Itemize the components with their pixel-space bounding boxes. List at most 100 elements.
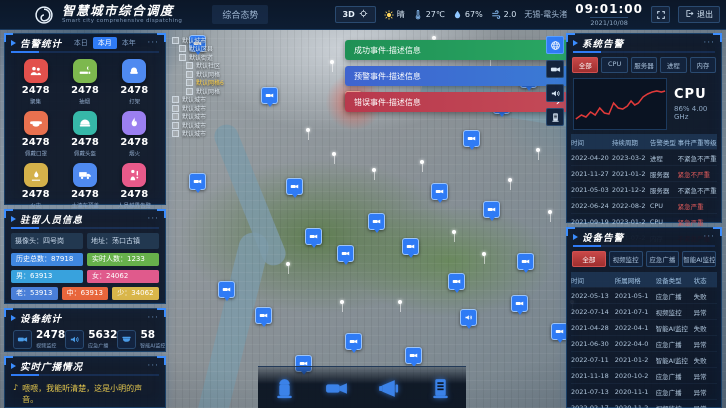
map-marker-camera[interactable]: [483, 201, 500, 218]
map-tool-strip: [546, 36, 564, 126]
alarm-card-烟火[interactable]: 2478烟火: [110, 111, 159, 158]
map-marker-camera[interactable]: [345, 333, 362, 350]
checkbox-icon[interactable]: [172, 105, 179, 112]
table-cell: 服务器: [650, 185, 678, 195]
map-marker-camera[interactable]: [189, 173, 206, 190]
dock-hydrant-icon[interactable]: [272, 376, 297, 401]
layer-tree-item[interactable]: 默认网格: [172, 87, 244, 96]
dock-megaphone-icon[interactable]: [376, 376, 401, 401]
layer-tree-item[interactable]: 默认城市: [172, 104, 244, 113]
table-row[interactable]: 2022-07-112021-01-2智能AI监控失败: [571, 351, 717, 367]
alarm-card-人员越界告警[interactable]: 2478人员越界告警: [110, 163, 159, 210]
layer-tree-item[interactable]: 默认城市: [172, 96, 244, 105]
map-tool-kiosk-icon[interactable]: [546, 108, 564, 126]
layer-tree-item[interactable]: 默认网格6: [172, 79, 244, 88]
layer-tree-item[interactable]: 默认城市: [172, 113, 244, 122]
alarm-tab-本年[interactable]: 本年: [122, 38, 136, 48]
device-alarm-tab-全部[interactable]: 全部: [572, 251, 606, 267]
checkbox-icon[interactable]: [172, 96, 179, 103]
layer-tree-item[interactable]: 默认城市: [172, 36, 244, 45]
alarm-card-抽烟[interactable]: 2478抽烟: [60, 59, 109, 106]
map-marker-camera[interactable]: [463, 130, 480, 147]
checkbox-icon[interactable]: [172, 122, 179, 129]
table-row[interactable]: 2021-05-032021-12-2服务器不紧急不严重: [571, 181, 717, 197]
checkbox-icon[interactable]: [172, 37, 179, 44]
layer-tree-item[interactable]: 默认城市: [172, 130, 244, 139]
checkbox-icon[interactable]: [172, 130, 179, 137]
system-alarm-tab-内存[interactable]: 内存: [690, 57, 716, 73]
layer-tree-item[interactable]: 默认社区: [172, 62, 244, 71]
alarm-card-土渣车顶盖[interactable]: 2478土渣车顶盖: [60, 163, 109, 210]
alarm-card-打架[interactable]: 2478打架: [110, 59, 159, 106]
map-marker-camera[interactable]: [431, 183, 448, 200]
table-row[interactable]: 2022-04-202023-03-2进程不紧急不严重: [571, 149, 717, 165]
more-icon[interactable]: ···: [147, 313, 159, 323]
dock-cctv-icon[interactable]: [324, 376, 349, 401]
checkbox-icon[interactable]: [179, 54, 186, 61]
fire-icon: [24, 163, 48, 187]
alarm-card-佩戴头盔[interactable]: 2478佩戴头盔: [60, 111, 109, 158]
map-marker-camera[interactable]: [261, 87, 278, 104]
map-tool-speaker-icon[interactable]: [546, 84, 564, 102]
system-alarm-tab-服务器[interactable]: 服务器: [631, 57, 657, 73]
more-icon[interactable]: ···: [147, 214, 159, 224]
map-marker-camera[interactable]: [448, 273, 465, 290]
exit-button[interactable]: 退出: [678, 6, 720, 23]
toast-warning[interactable]: 预警事件-描述信息›: [345, 66, 569, 86]
map-marker-speaker[interactable]: [460, 309, 477, 326]
device-alarm-tab-智能AI监控[interactable]: 智能AI监控: [682, 251, 716, 267]
system-alarm-tab-全部[interactable]: 全部: [572, 57, 598, 73]
checkbox-icon[interactable]: [186, 71, 193, 78]
table-row[interactable]: 2021-04-282022-04-1智能AI监控失败: [571, 319, 717, 335]
checkbox-icon[interactable]: [186, 88, 193, 95]
dock-kiosk-icon[interactable]: [428, 376, 453, 401]
tab-overall-situation[interactable]: 综合态势: [212, 5, 268, 24]
more-icon[interactable]: ···: [147, 361, 159, 371]
checkbox-icon[interactable]: [186, 79, 193, 86]
layer-tree-item[interactable]: 默认城市: [172, 121, 244, 130]
map-marker-camera[interactable]: [255, 307, 272, 324]
table-row[interactable]: 2022-05-132021-05-1应急广播失败: [571, 287, 717, 303]
device-alarm-tab-视频监控[interactable]: 视频监控: [609, 251, 643, 267]
system-alarm-tab-进程[interactable]: 进程: [660, 57, 686, 73]
map-tool-cctv-icon[interactable]: [546, 60, 564, 78]
checkbox-icon[interactable]: [172, 113, 179, 120]
table-row[interactable]: 2021-07-132020-11-1应急广播异常: [571, 383, 717, 399]
map-marker-camera[interactable]: [402, 238, 419, 255]
table-row[interactable]: 2022-07-142021-07-1视频监控异常: [571, 303, 717, 319]
map-marker-camera[interactable]: [517, 253, 534, 270]
alarm-tab-本日[interactable]: 本日: [74, 38, 88, 48]
table-row[interactable]: 2021-11-272021-01-2服务器紧急不严重: [571, 165, 717, 181]
device-alarm-tab-应急广播[interactable]: 应急广播: [646, 251, 680, 267]
more-icon[interactable]: ···: [147, 38, 159, 48]
alarm-tab-本月[interactable]: 本月: [93, 37, 117, 49]
alarm-card-火灾[interactable]: 2478火灾: [11, 163, 60, 210]
layer-tree-item[interactable]: 默认区县: [172, 45, 244, 54]
map-marker-camera[interactable]: [337, 245, 354, 262]
table-cell: 视频监控: [656, 403, 694, 408]
table-row[interactable]: 2021-06-302022-04-0应急广播异常: [571, 335, 717, 351]
toast-error[interactable]: 错误事件-描述信息›: [345, 92, 569, 112]
layer-tree-item[interactable]: 默认街道: [172, 53, 244, 62]
toast-success[interactable]: 成功事件-描述信息›: [345, 40, 569, 60]
alarm-card-聚集[interactable]: 2478聚集: [11, 59, 60, 106]
map-marker-camera[interactable]: [218, 281, 235, 298]
system-alarm-tab-CPU[interactable]: CPU: [601, 57, 627, 73]
map-marker-camera[interactable]: [368, 213, 385, 230]
table-row[interactable]: 2021-11-182020-10-2应急广播异常: [571, 367, 717, 383]
map-marker-camera[interactable]: [305, 228, 322, 245]
map-tool-globe-icon[interactable]: [546, 36, 564, 54]
mode-3d-button[interactable]: 3D: [335, 6, 376, 23]
checkbox-icon[interactable]: [186, 62, 193, 69]
fullscreen-button[interactable]: [651, 6, 670, 23]
alarm-card-佩戴口罩[interactable]: 2478佩戴口罩: [11, 111, 60, 158]
table-row[interactable]: 2022-02-172020-11-2视频监控异常: [571, 399, 717, 408]
map-marker-camera[interactable]: [405, 347, 422, 364]
more-icon[interactable]: ···: [703, 232, 715, 242]
layer-tree-item[interactable]: 默认网格: [172, 70, 244, 79]
table-row[interactable]: 2022-06-242022-08-2CPU紧急严重: [571, 197, 717, 213]
more-icon[interactable]: ···: [703, 38, 715, 48]
map-marker-camera[interactable]: [511, 295, 528, 312]
checkbox-icon[interactable]: [179, 45, 186, 52]
map-marker-camera[interactable]: [286, 178, 303, 195]
